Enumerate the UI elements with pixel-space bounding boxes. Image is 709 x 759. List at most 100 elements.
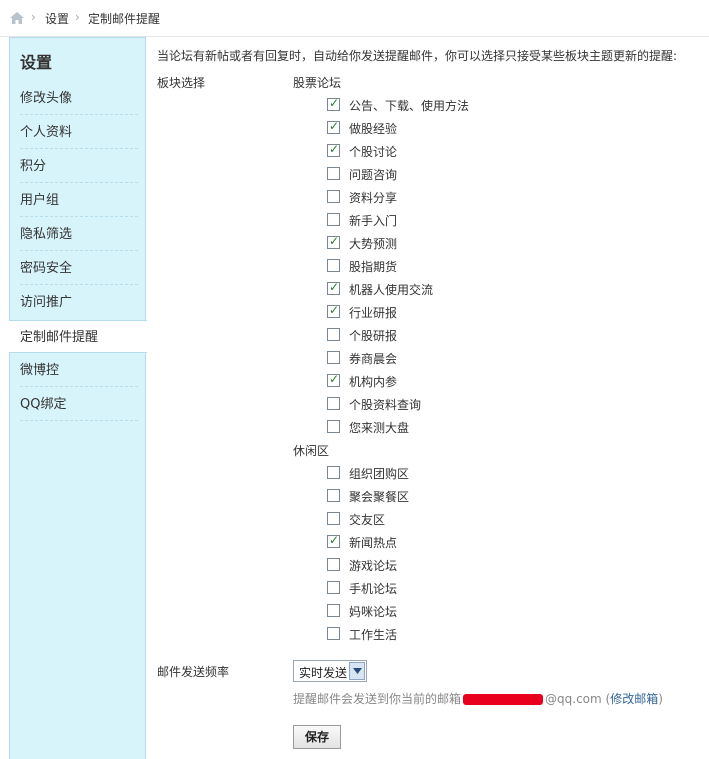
board-checkbox[interactable]: ✓ [327,372,340,387]
board-checkbox-label: 交友区 [349,513,386,527]
sidebar-item[interactable]: 访问推广 [10,286,146,319]
check-icon: ✓ [329,234,340,248]
board-checkbox[interactable] [327,167,340,180]
change-email-link[interactable]: 修改邮箱 [610,692,658,706]
sidebar-item-label: 微博控 [20,363,60,378]
board-checkbox-label: 工作生活 [349,628,398,642]
breadcrumb-bar: › 设置 › 定制邮件提醒 [0,0,709,37]
sidebar-item-label: 隐私筛选 [20,227,73,242]
email-hint-prefix: 提醒邮件会发送到你当前的邮箱 [293,692,462,706]
sidebar-item[interactable]: 用户组 [10,184,146,217]
board-checkbox-label: 游戏论坛 [349,559,398,573]
breadcrumb-current: 定制邮件提醒 [88,12,161,26]
hint-paren-close: ) [658,692,663,706]
board-checkbox-label: 机构内参 [349,375,398,389]
intro-text: 当论坛有新帖或者有回复时，自动给你发送提醒邮件，你可以选择只接受某些板块主题更新… [157,49,678,63]
save-button[interactable]: 保存 [293,725,341,749]
sidebar-item-label: 修改头像 [20,91,73,106]
check-icon: ✓ [329,142,340,156]
sidebar-divider [20,148,138,149]
check-icon: ✓ [329,96,340,110]
breadcrumb-settings[interactable]: 设置 [45,10,69,27]
sidebar-divider [20,216,138,217]
sidebar-divider [20,284,138,285]
sidebar-item[interactable]: 定制邮件提醒 [9,320,147,353]
board-checkbox[interactable]: ✓ [327,533,340,548]
board-checkbox[interactable]: ✓ [327,303,340,318]
board-checkbox-label: 个股资料查询 [349,398,422,412]
sidebar-item[interactable]: 隐私筛选 [10,218,146,251]
board-checkbox[interactable] [327,351,340,364]
sidebar-title: 设置 [20,53,53,72]
breadcrumb-separator-icon: › [75,10,80,24]
forum-group-title: 休闲区 [293,444,330,458]
check-icon: ✓ [329,280,340,294]
board-checkbox[interactable] [327,397,340,410]
board-checkbox-label: 妈咪论坛 [349,605,398,619]
check-icon: ✓ [329,533,340,547]
board-checkbox[interactable] [327,466,340,479]
chevron-down-icon[interactable] [349,662,365,680]
board-checkbox-label: 问题咨询 [349,168,398,182]
board-checkbox[interactable] [327,627,340,640]
sidebar-item-label: 积分 [20,159,47,174]
board-checkbox[interactable] [327,190,340,203]
board-checkbox[interactable] [327,213,340,226]
frequency-label: 邮件发送频率 [157,665,230,679]
frequency-value: 实时发送 [299,666,348,680]
sidebar-item[interactable]: 微博控 [10,354,146,387]
sidebar-item-label: 用户组 [20,193,60,208]
board-checkbox-label: 新闻热点 [349,536,398,550]
board-checkbox-label: 机器人使用交流 [349,283,434,297]
redacted-email [463,694,544,705]
sidebar-item-label: 访问推广 [20,295,73,310]
sidebar-divider [20,386,138,387]
forum-group-title: 股票论坛 [293,76,342,90]
board-checkbox[interactable]: ✓ [327,119,340,134]
board-checkbox-label: 聚会聚餐区 [349,490,410,504]
board-checkbox-label: 公告、下载、使用方法 [349,99,470,113]
sidebar-item[interactable]: QQ绑定 [10,388,146,421]
board-checkbox[interactable]: ✓ [327,234,340,249]
board-checkbox-label: 手机论坛 [349,582,398,596]
check-icon: ✓ [329,372,340,386]
sidebar-divider [20,420,138,421]
home-icon[interactable] [9,11,25,25]
board-checkbox-label: 大势预测 [349,237,398,251]
board-checkbox[interactable]: ✓ [327,280,340,295]
email-hint: 提醒邮件会发送到你当前的邮箱 @qq.com (修改邮箱) [293,690,663,707]
sidebar-divider [20,114,138,115]
board-checkbox-label: 做股经验 [349,122,398,136]
sidebar-item-label: 个人资料 [20,125,73,140]
board-checkbox[interactable] [327,489,340,502]
board-checkbox[interactable] [327,512,340,525]
board-checkbox[interactable] [327,328,340,341]
sidebar-item-label: 定制邮件提醒 [20,330,99,345]
sidebar-divider [20,182,138,183]
sidebar-item-label: 密码安全 [20,261,73,276]
breadcrumb-separator-icon: › [31,10,36,24]
email-domain: @qq.com [545,692,602,706]
board-checkbox[interactable] [327,581,340,594]
sidebar-item-label: QQ绑定 [20,397,67,412]
board-checkbox-label: 行业研报 [349,306,398,320]
board-checkbox[interactable]: ✓ [327,96,340,111]
sidebar-item[interactable]: 积分 [10,150,146,183]
board-checkbox[interactable]: ✓ [327,142,340,157]
board-checkbox-label: 个股讨论 [349,145,398,159]
board-checkbox[interactable] [327,259,340,272]
board-checkbox[interactable] [327,558,340,571]
sidebar-item[interactable]: 修改头像 [10,82,146,115]
sidebar-divider [20,250,138,251]
settings-sidebar: 设置 修改头像个人资料积分用户组隐私筛选密码安全访问推广定制邮件提醒 微博控 QQ绑… [9,37,147,759]
board-checkbox[interactable] [327,604,340,617]
frequency-select[interactable]: 实时发送 [293,660,367,682]
check-icon: ✓ [329,119,340,133]
board-checkbox-label: 您来测大盘 [349,421,410,435]
check-icon: ✓ [329,303,340,317]
board-checkbox-label: 组织团购区 [349,467,410,481]
sidebar-item[interactable]: 个人资料 [10,116,146,149]
board-checkbox[interactable] [327,420,340,433]
sidebar-item[interactable]: 密码安全 [10,252,146,285]
board-checkbox-label: 新手入门 [349,214,398,228]
